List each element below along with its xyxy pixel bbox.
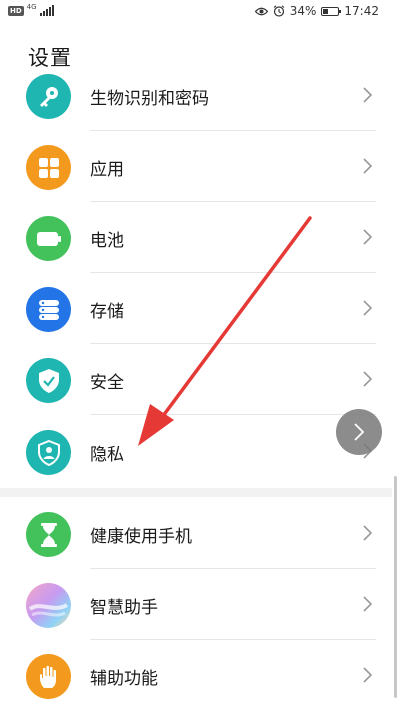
hourglass-icon [26,512,71,557]
key-icon [26,74,71,119]
chevron-right-icon [363,596,373,612]
settings-item-label: 安全 [90,373,124,393]
settings-item-label: 应用 [90,160,124,180]
hd-badge: HD [8,5,24,16]
settings-item-label: 电池 [90,231,124,251]
chevron-right-icon [363,229,373,245]
settings-item-apps[interactable]: 应用 [0,131,392,202]
hand-icon [26,654,71,699]
alarm-icon [273,5,285,17]
storage-icon [26,287,71,332]
group-separator [0,488,392,497]
signal-icon [39,5,54,16]
settings-item-security[interactable]: 安全 [0,344,392,415]
chevron-right-icon [354,423,365,441]
settings-item-smart-assistant[interactable]: 智慧助手 [0,569,392,640]
divider [90,414,376,415]
chevron-right-icon [363,525,373,541]
settings-item-biometrics[interactable]: 生物识别和密码 [0,60,392,131]
assistant-orb-icon [26,583,71,628]
battery-percent: 34% [289,4,317,18]
eye-icon [254,7,268,15]
settings-item-accessibility[interactable]: 辅助功能 [0,640,392,711]
privacy-shield-icon [26,430,71,475]
apps-grid-icon [26,145,71,190]
settings-item-storage[interactable]: 存储 [0,273,392,344]
clock: 17:42 [344,4,379,18]
battery-icon [26,216,71,261]
settings-item-label: 健康使用手机 [90,527,192,547]
chevron-right-icon [363,158,373,174]
battery-icon [321,6,342,16]
settings-item-label: 存储 [90,302,124,322]
network-type: 4G [26,2,37,11]
floating-nav-button[interactable] [336,409,382,455]
scrollbar[interactable] [394,476,397,698]
settings-item-battery[interactable]: 电池 [0,202,392,273]
chevron-right-icon [363,87,373,103]
settings-item-label: 智慧助手 [90,598,158,618]
shield-check-icon [26,358,71,403]
status-left: HD 4G [8,2,54,16]
chevron-right-icon [363,667,373,683]
settings-item-label: 隐私 [90,445,124,465]
chevron-right-icon [363,300,373,316]
chevron-right-icon [363,371,373,387]
settings-item-digital-balance[interactable]: 健康使用手机 [0,498,392,569]
status-right: 34% 17:42 [254,4,379,18]
settings-item-label: 辅助功能 [90,669,158,689]
settings-item-label: 生物识别和密码 [90,89,209,109]
status-bar: HD 4G 34% 17:42 [0,0,405,24]
settings-item-privacy[interactable]: 隐私 [0,416,392,487]
